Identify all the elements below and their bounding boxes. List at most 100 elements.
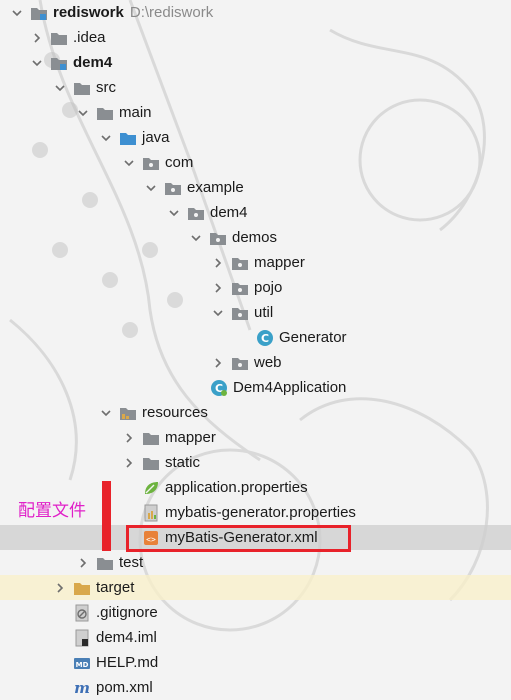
tree-label: Generator	[279, 329, 347, 346]
resources-folder-icon	[119, 404, 137, 422]
chevron-down-icon[interactable]	[53, 81, 67, 95]
tree-row-web[interactable]: web	[0, 350, 511, 375]
tree-label: src	[96, 79, 116, 96]
project-tree: rediswork D:\rediswork .idea dem4 src ma…	[0, 0, 511, 700]
tree-row-src[interactable]: src	[0, 75, 511, 100]
tree-label: static	[165, 454, 201, 471]
package-icon	[231, 304, 249, 322]
tree-label: .gitignore	[96, 604, 158, 621]
tree-row-module-dem4[interactable]: dem4	[0, 50, 511, 75]
chevron-right-icon[interactable]	[122, 431, 136, 445]
package-icon	[142, 154, 160, 172]
tree-row-dem4-package[interactable]: dem4	[0, 200, 511, 225]
svg-text:m: m	[74, 679, 90, 697]
ignore-file-icon	[73, 604, 91, 622]
tree-row-idea[interactable]: .idea	[0, 25, 511, 50]
chevron-down-icon[interactable]	[189, 231, 203, 245]
class-icon: C	[256, 329, 274, 347]
spring-boot-class-icon: C	[210, 379, 228, 397]
tree-label: demos	[232, 229, 278, 246]
chevron-right-icon[interactable]	[53, 581, 67, 595]
package-icon	[231, 279, 249, 297]
tree-row-generator[interactable]: C Generator	[0, 325, 511, 350]
tree-row-help-md[interactable]: MD HELP.md	[0, 650, 511, 675]
svg-text:C: C	[261, 332, 269, 345]
folder-icon	[142, 429, 160, 447]
tree-label: Dem4Application	[233, 379, 347, 396]
tree-row-dem4-iml[interactable]: dem4.iml	[0, 625, 511, 650]
folder-icon	[96, 554, 114, 572]
chevron-right-icon[interactable]	[30, 31, 44, 45]
chevron-down-icon[interactable]	[144, 181, 158, 195]
tree-row-example[interactable]: example	[0, 175, 511, 200]
chevron-down-icon[interactable]	[122, 156, 136, 170]
package-icon	[231, 354, 249, 372]
tree-label: resources	[142, 404, 208, 421]
chevron-down-icon[interactable]	[211, 306, 225, 320]
tree-label: application.properties	[165, 479, 308, 496]
chevron-right-icon[interactable]	[211, 356, 225, 370]
folder-icon	[142, 454, 160, 472]
chevron-down-icon[interactable]	[10, 6, 24, 20]
tree-label: java	[142, 129, 170, 146]
tree-label: target	[96, 579, 135, 596]
package-icon	[187, 204, 205, 222]
annotation-label: 配置文件	[18, 501, 86, 521]
tree-row-target[interactable]: target	[0, 575, 511, 600]
package-icon	[164, 179, 182, 197]
markdown-file-icon: MD	[73, 654, 91, 672]
tree-label: HELP.md	[96, 654, 159, 671]
tree-label: pojo	[254, 279, 283, 296]
tree-label: mybatis-generator.properties	[165, 504, 356, 521]
excluded-folder-icon	[73, 579, 91, 597]
annotation-marker-bar	[102, 481, 111, 551]
tree-label: mapper	[165, 429, 216, 446]
package-icon	[209, 229, 227, 247]
tree-label: pom.xml	[96, 679, 153, 696]
tree-row-test[interactable]: test	[0, 550, 511, 575]
tree-label: mapper	[254, 254, 305, 271]
tree-row-main[interactable]: main	[0, 100, 511, 125]
tree-label: test	[119, 554, 144, 571]
tree-row-resources[interactable]: resources	[0, 400, 511, 425]
tree-row-gitignore[interactable]: .gitignore	[0, 600, 511, 625]
folder-icon	[96, 104, 114, 122]
tree-row-java[interactable]: java	[0, 125, 511, 150]
maven-file-icon: m	[73, 679, 91, 697]
tree-row-project-root[interactable]: rediswork D:\rediswork	[0, 0, 511, 25]
chevron-right-icon[interactable]	[76, 556, 90, 570]
properties-file-icon	[142, 504, 160, 522]
tree-row-com[interactable]: com	[0, 150, 511, 175]
chevron-down-icon[interactable]	[76, 106, 90, 120]
tree-label: dem4.iml	[96, 629, 157, 646]
spring-properties-icon	[142, 479, 160, 497]
tree-row-resources-mapper[interactable]: mapper	[0, 425, 511, 450]
tree-label: com	[165, 154, 194, 171]
chevron-down-icon[interactable]	[99, 131, 113, 145]
module-folder-icon	[30, 4, 48, 22]
tree-row-mapper[interactable]: mapper	[0, 250, 511, 275]
tree-row-demos[interactable]: demos	[0, 225, 511, 250]
svg-text:MD: MD	[76, 661, 89, 669]
tree-row-pojo[interactable]: pojo	[0, 275, 511, 300]
annotation-highlight-box	[126, 525, 351, 552]
chevron-down-icon[interactable]	[99, 406, 113, 420]
chevron-right-icon[interactable]	[211, 256, 225, 270]
source-folder-icon	[119, 129, 137, 147]
module-folder-icon	[50, 54, 68, 72]
chevron-right-icon[interactable]	[211, 281, 225, 295]
chevron-down-icon[interactable]	[30, 56, 44, 70]
tree-row-dem4application[interactable]: C Dem4Application	[0, 375, 511, 400]
tree-label: web	[254, 354, 282, 371]
project-name: rediswork	[53, 4, 124, 21]
tree-label: dem4	[73, 54, 113, 71]
chevron-right-icon[interactable]	[122, 456, 136, 470]
folder-icon	[50, 29, 68, 47]
tree-row-static[interactable]: static	[0, 450, 511, 475]
chevron-down-icon[interactable]	[167, 206, 181, 220]
tree-label: example	[187, 179, 244, 196]
tree-label: util	[254, 304, 274, 321]
folder-icon	[73, 79, 91, 97]
tree-row-pom-xml[interactable]: m pom.xml	[0, 675, 511, 700]
tree-row-util[interactable]: util	[0, 300, 511, 325]
